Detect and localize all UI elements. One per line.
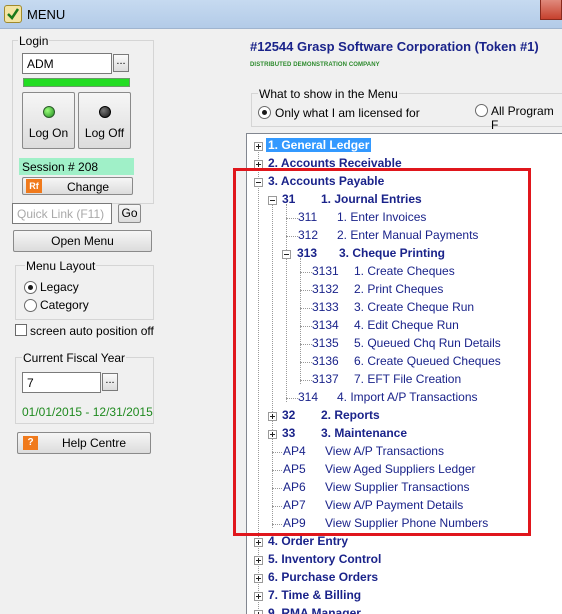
expand-toggle[interactable]: [254, 574, 263, 583]
expand-toggle[interactable]: [254, 556, 263, 565]
close-window-button[interactable]: [540, 0, 562, 20]
log-off-button[interactable]: Log Off: [78, 92, 131, 149]
help-icon: ?: [23, 436, 38, 450]
change-label: Change: [67, 180, 110, 194]
layout-legacy-label: Legacy: [40, 280, 79, 294]
layout-category-label: Category: [40, 298, 89, 312]
layout-category-radio[interactable]: [24, 299, 37, 312]
tree-node-purchase-orders[interactable]: 6. Purchase Orders: [268, 570, 378, 584]
go-button[interactable]: Go: [118, 204, 141, 223]
rf-icon: Rf: [26, 179, 42, 193]
user-field[interactable]: ADM: [22, 53, 112, 74]
status-black-icon: [99, 106, 111, 118]
login-progress-bar: [23, 78, 130, 87]
fiscal-year-label: Current Fiscal Year: [22, 351, 127, 365]
menu-layout-label: Menu Layout: [25, 259, 97, 273]
expand-toggle[interactable]: [254, 592, 263, 601]
status-green-icon: [43, 106, 55, 118]
show-licensed-label: Only what I am licensed for: [275, 106, 420, 120]
window-title: MENU: [27, 7, 66, 22]
session-text: Session # 208: [22, 160, 99, 174]
login-group-label: Login: [18, 34, 50, 48]
open-menu-button[interactable]: Open Menu: [13, 230, 152, 252]
fiscal-year-field[interactable]: 7: [22, 372, 101, 393]
company-title: #12544 Grasp Software Corporation (Token…: [250, 39, 539, 54]
fiscal-year-range: 01/01/2015 - 12/31/2015: [22, 405, 153, 419]
quick-link-input[interactable]: Quick Link (F11): [12, 203, 112, 224]
highlight-box: [233, 168, 531, 536]
app-check-icon: [4, 5, 22, 23]
title-bar: MENU: [0, 0, 562, 29]
show-all-radio[interactable]: [475, 104, 488, 117]
show-licensed-radio[interactable]: [258, 106, 271, 119]
expand-toggle[interactable]: [254, 610, 263, 614]
tree-node-time-billing[interactable]: 7. Time & Billing: [268, 588, 361, 602]
tree-node-order-entry[interactable]: 4. Order Entry: [268, 534, 348, 548]
user-lookup-button[interactable]: ...: [113, 54, 129, 72]
log-on-label: Log On: [28, 126, 69, 140]
session-indicator: Session # 208: [19, 158, 134, 175]
fiscal-year-lookup-button[interactable]: ...: [102, 373, 118, 391]
screen-auto-position-label: screen auto position off: [30, 324, 154, 338]
help-centre-label: Help Centre: [62, 436, 127, 450]
screen-auto-position-checkbox[interactable]: [15, 324, 27, 336]
expand-toggle[interactable]: [254, 142, 263, 151]
help-centre-button[interactable]: ? Help Centre: [17, 432, 151, 454]
log-off-label: Log Off: [84, 126, 125, 140]
layout-legacy-radio[interactable]: [24, 281, 37, 294]
company-subtitle: DISTRIBUTED DEMONSTRATION COMPANY: [250, 62, 380, 68]
log-on-button[interactable]: Log On: [22, 92, 75, 149]
tree-node-general-ledger[interactable]: 1. General Ledger: [266, 138, 372, 152]
change-session-button[interactable]: Rf Change: [22, 177, 133, 195]
show-all-label: All Program F: [491, 104, 554, 132]
expand-toggle[interactable]: [254, 538, 263, 547]
tree-node-rma-manager[interactable]: 9. RMA Manager: [268, 606, 361, 614]
what-to-show-label: What to show in the Menu: [258, 87, 399, 101]
tree-node-inventory-control[interactable]: 5. Inventory Control: [268, 552, 381, 566]
